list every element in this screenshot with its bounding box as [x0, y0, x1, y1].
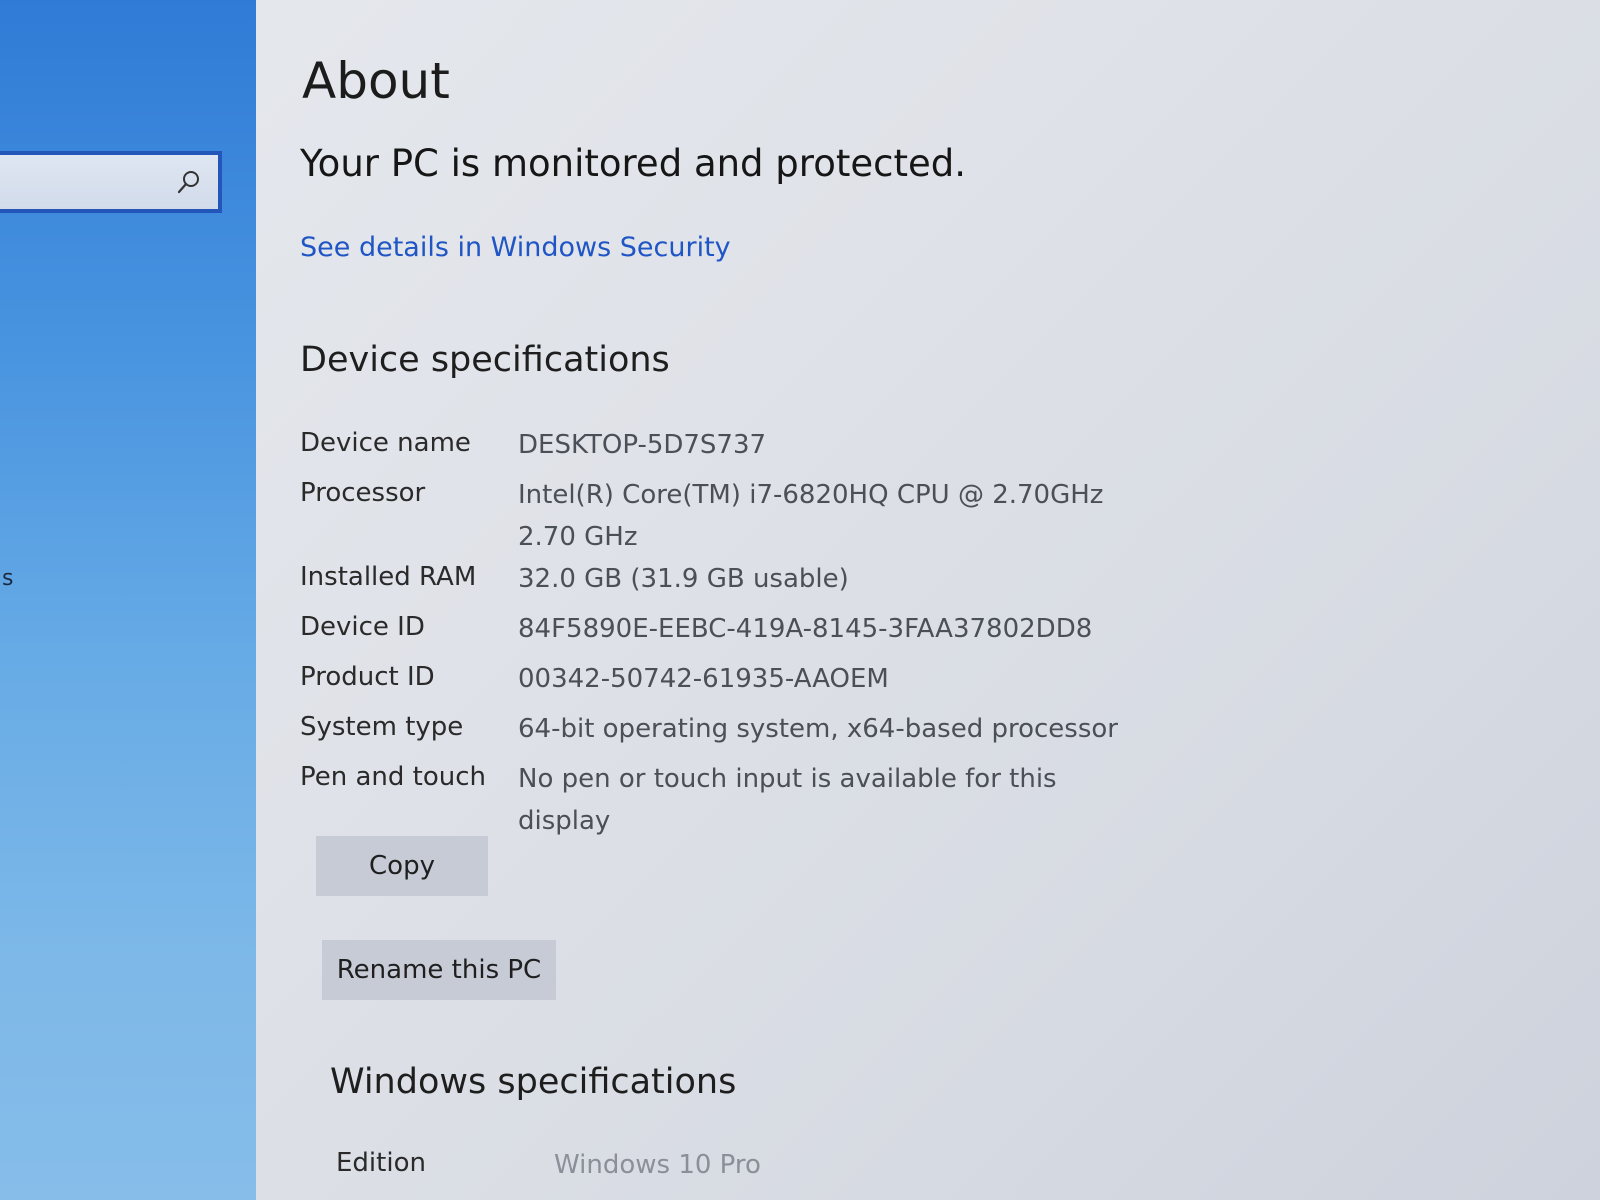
spec-value: Intel(R) Core(TM) i7-6820HQ CPU @ 2.70GH…	[518, 480, 1104, 552]
device-specifications-heading: Device specifications	[300, 340, 670, 380]
copy-button[interactable]: Copy	[316, 836, 488, 896]
protection-status-text: Your PC is monitored and protected.	[300, 142, 966, 185]
spec-value: 84F5890E-EEBC-419A-8145-3FAA37802DD8	[518, 614, 1093, 644]
spec-label: Device ID	[300, 612, 425, 642]
rename-pc-button[interactable]: Rename this PC	[322, 940, 556, 1000]
settings-window: s About Your PC is monitored and protect…	[0, 0, 1600, 1200]
navigation-pane: s	[0, 0, 256, 1200]
spec-label: Processor	[300, 478, 426, 508]
spec-value: 64-bit operating system, x64-based proce…	[518, 714, 1118, 744]
spec-value: 00342-50742-61935-AAOEM	[518, 664, 889, 694]
search-icon[interactable]	[176, 169, 202, 195]
spec-value: DESKTOP-5D7S737	[518, 430, 767, 460]
sidebar-item-partial[interactable]: s	[2, 566, 13, 591]
spec-label: System type	[300, 712, 464, 742]
spec-label: Installed RAM	[300, 562, 477, 592]
spec-label: Device name	[300, 428, 471, 458]
page-title: About	[302, 52, 450, 110]
search-input[interactable]	[8, 163, 172, 203]
spec-label: Pen and touch	[300, 762, 487, 792]
search-box[interactable]	[0, 151, 222, 213]
spec-value: No pen or touch input is available for t…	[518, 764, 1057, 836]
about-page: About Your PC is monitored and protected…	[300, 0, 1540, 1200]
windows-specifications-heading: Windows specifications	[330, 1062, 737, 1102]
spec-label: Product ID	[300, 662, 435, 692]
spec-value: 32.0 GB (31.9 GB usable)	[518, 564, 849, 594]
spec-value: Windows 10 Pro	[554, 1150, 761, 1180]
windows-security-link[interactable]: See details in Windows Security	[300, 232, 731, 263]
spec-label: Edition	[336, 1148, 426, 1178]
